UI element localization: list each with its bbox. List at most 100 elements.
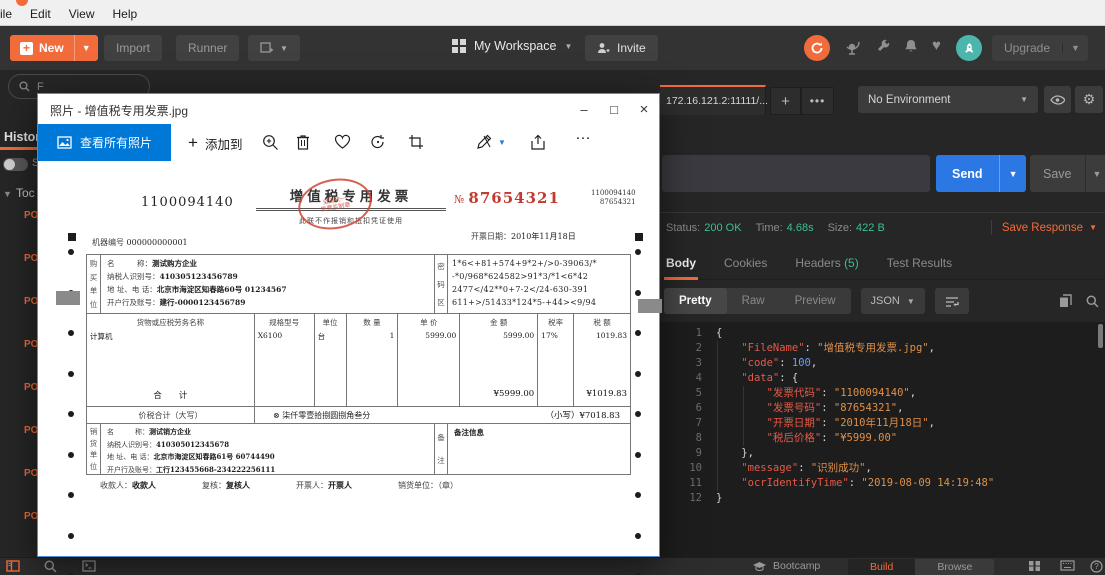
search-response-icon[interactable] (1086, 295, 1099, 308)
zoom-button[interactable] (262, 134, 279, 151)
url-input[interactable] (662, 155, 930, 192)
photo-window-title: 照片 - 增值税专用发票.jpg (50, 104, 189, 118)
upgrade-caret[interactable]: ▼ (1062, 43, 1088, 53)
send-button[interactable]: Send ▼ (936, 155, 1027, 192)
save-button[interactable]: Save ▼ (1030, 155, 1105, 192)
console-icon (82, 560, 96, 572)
rocket-icon (964, 42, 973, 53)
invite-button[interactable]: Invite (585, 35, 658, 61)
add-to-label: 添加到 (204, 137, 243, 152)
tab-headers[interactable]: Headers (5) (795, 256, 858, 270)
new-button[interactable]: + New ▼ (10, 35, 98, 61)
tab-test-results[interactable]: Test Results (887, 256, 952, 270)
environment-preview-button[interactable] (1044, 86, 1071, 113)
perforation-dot (635, 411, 641, 417)
browse-tab[interactable]: Browse (915, 559, 994, 575)
password-vertical-label: 密码区 (434, 255, 448, 313)
view-all-photos-button[interactable]: 查看所有照片 (38, 124, 171, 161)
send-dropdown-caret[interactable]: ▼ (998, 155, 1027, 192)
group-collapse-caret[interactable]: ▼ (3, 189, 12, 199)
history-group-label[interactable]: Toc (16, 186, 35, 200)
settings-button[interactable]: ⚙ (1075, 86, 1103, 113)
share-button[interactable] (530, 134, 546, 150)
favorite-button[interactable] (334, 134, 351, 149)
rotate-button[interactable] (370, 134, 386, 150)
window-plus-icon (260, 42, 273, 53)
sum-in-figures: （小写）¥7018.83 (545, 411, 620, 421)
environment-selector[interactable]: No Environment ▼ (858, 86, 1038, 113)
password-line: 1*6<+81+574+9*2+/>0-39063/* (452, 259, 597, 268)
two-pane-view-button[interactable] (1028, 560, 1041, 572)
json-code: { "FileName": "增值税专用发票.jpg", "code": 100… (716, 326, 994, 506)
perforation-dot (635, 492, 641, 498)
keyboard-icon (1060, 560, 1075, 571)
bell-icon[interactable] (904, 39, 918, 54)
response-body-editor[interactable]: 1 2 3 4 5 6 7 8 9 10 11 12 { "FileName": "增值税专用发票.j… (658, 322, 1105, 557)
menu-view[interactable]: View (69, 7, 95, 21)
grid-view-icon (1029, 561, 1040, 571)
delete-button[interactable] (296, 134, 310, 150)
edit-dropdown-caret[interactable]: ▼ (498, 138, 506, 147)
plus-icon: + (188, 133, 198, 152)
build-tab[interactable]: Build (848, 559, 916, 575)
crop-button[interactable] (408, 134, 424, 150)
new-window-button[interactable]: ▼ (248, 35, 300, 61)
runner-button[interactable]: Runner (176, 35, 240, 61)
console-button[interactable] (82, 560, 96, 572)
heart-icon[interactable]: ♥ (932, 37, 941, 54)
menu-edit[interactable]: Edit (30, 7, 51, 21)
tab-history[interactable]: Histor (4, 130, 40, 144)
user-avatar[interactable] (956, 35, 982, 61)
new-dropdown-caret[interactable]: ▼ (73, 35, 98, 61)
sync-button[interactable] (804, 35, 830, 61)
new-tab-button[interactable]: + (770, 87, 801, 115)
edit-pencil-icon (477, 134, 492, 149)
add-to-button[interactable]: + 添加到 (188, 133, 242, 153)
view-pretty[interactable]: Pretty (664, 288, 727, 314)
wrench-icon[interactable] (876, 39, 891, 54)
photo-window-titlebar[interactable]: 照片 - 增值税专用发票.jpg – □ × (38, 94, 659, 124)
tab-options-button[interactable]: ••• (801, 87, 834, 115)
password-line: 611+>/51433*124*5-+44><9/94 (452, 298, 597, 307)
workspace-selector[interactable]: My Workspace ▼ (452, 39, 572, 53)
more-options-button[interactable]: … (575, 126, 591, 144)
save-response-button[interactable]: Save Response ▼ (1002, 222, 1097, 234)
shortcuts-button[interactable] (1060, 560, 1075, 571)
app-root: ile Edit View Help + New ▼ Import Runner… (0, 0, 1105, 575)
view-preview[interactable]: Preview (780, 288, 851, 314)
tab-body[interactable]: Body (664, 256, 698, 280)
view-raw[interactable]: Raw (727, 288, 780, 314)
minimize-button[interactable]: – (569, 94, 599, 124)
edit-button[interactable]: ▼ (476, 134, 506, 150)
perforation-dot (635, 330, 641, 336)
photo-viewer-window: 照片 - 增值税专用发票.jpg – □ × 查看所有照片 + 添加到 ▼ … … (37, 93, 662, 575)
invoice-image: 1100094140 增值税专用发票 此联不作报销和抵扣凭证使用 全国统一 发票… (86, 172, 636, 491)
editor-scrollbar[interactable] (1098, 324, 1103, 348)
find-button[interactable] (44, 560, 57, 573)
language-selector[interactable]: JSON ▼ (860, 288, 925, 314)
import-button[interactable]: Import (104, 35, 163, 61)
close-button[interactable]: × (629, 94, 659, 124)
help-button[interactable]: ? (1090, 560, 1103, 573)
code-line: "税后价格": "¥5999.00" (766, 432, 898, 444)
search-placeholder: F (37, 80, 44, 93)
help-icon: ? (1090, 560, 1103, 573)
save-dropdown-caret[interactable]: ▼ (1084, 155, 1105, 192)
upgrade-button[interactable]: Upgrade ▼ (992, 35, 1088, 61)
satellite-icon[interactable] (845, 39, 862, 55)
menu-file[interactable]: ile (0, 7, 12, 21)
tab-cookies[interactable]: Cookies (724, 256, 767, 270)
sidebar-toggle-button[interactable] (6, 560, 20, 572)
bootcamp-button[interactable]: Bootcamp (752, 560, 820, 572)
wrap-lines-button[interactable] (934, 288, 969, 314)
copy-icon[interactable] (1059, 294, 1072, 308)
request-tab[interactable]: 172.16.121.2:11111/... (660, 85, 780, 115)
perforation-dot (635, 370, 641, 377)
code-line: "发票号码": "87654321", (766, 402, 904, 414)
save-responses-toggle[interactable] (3, 158, 28, 171)
maximize-button[interactable]: □ (599, 94, 629, 124)
code-line: "发票代码": "1100094140", (766, 387, 917, 399)
menu-help[interactable]: Help (113, 7, 138, 21)
send-label: Send (952, 166, 983, 181)
invoice-code: 1100094140 (141, 195, 234, 210)
